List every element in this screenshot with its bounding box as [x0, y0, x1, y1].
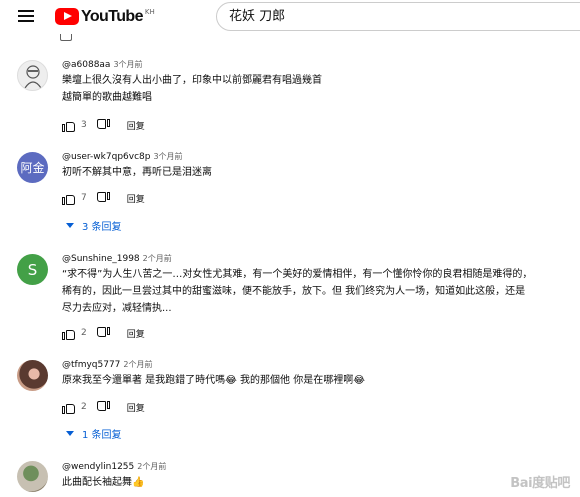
comment-text-line: 原來我至今還單著 是我跑錯了時代嗎😂 我的那個他 你是在哪裡啊😂 — [62, 375, 365, 386]
comment-author[interactable]: @a6088aa — [62, 60, 110, 70]
caret-down-icon — [66, 223, 74, 228]
top-bar: YouTube KH 花妖 刀郎 — [0, 0, 580, 34]
like-count: 2 — [81, 328, 87, 338]
comment-text-line: 樂壇上很久沒有人出小曲了，印象中以前鄧麗君有唱過幾首 — [62, 75, 322, 86]
comment-text-line: 此曲配长袖起舞👍 — [62, 477, 145, 488]
reply-button[interactable]: 回复 — [127, 327, 145, 340]
like-icon[interactable] — [62, 401, 76, 414]
comment-author[interactable]: @Sunshine_1998 — [62, 254, 140, 264]
comment-text-line: “求不得”为人生八苦之一…对女性尤其难，有一个美好的爱情相伴，有一个懂你怜你的良… — [62, 269, 533, 280]
dislike-icon[interactable] — [96, 118, 110, 132]
comment-time[interactable]: 3个月前 — [113, 60, 142, 69]
cut-off-icon — [60, 34, 72, 41]
comment-time[interactable]: 2个月前 — [143, 254, 172, 263]
avatar[interactable] — [17, 461, 48, 492]
like-icon[interactable] — [62, 192, 76, 205]
youtube-logo-icon — [55, 8, 79, 25]
baidu-tieba-watermark: Bai度贴吧 — [510, 476, 570, 491]
view-replies-button[interactable]: 3 条回复 — [66, 218, 122, 233]
comment-text-line: 越簡單的歌曲越難唱 — [62, 92, 152, 103]
like-icon[interactable] — [62, 327, 76, 340]
reply-button[interactable]: 回复 — [127, 119, 145, 132]
comment-actions: 2 回复 — [62, 325, 145, 341]
comment-actions: 3 回复 — [62, 117, 145, 133]
comment-time[interactable]: 2个月前 — [123, 360, 152, 369]
comment-author[interactable]: @user-wk7qp6vc8p — [62, 152, 150, 162]
logo-text: YouTube — [81, 8, 143, 25]
comment-text-line: 尽力去应对，减轻情执... — [62, 303, 172, 314]
like-count: 7 — [81, 193, 87, 203]
comment-time[interactable]: 3个月前 — [153, 152, 182, 161]
avatar[interactable] — [17, 360, 48, 391]
avatar[interactable]: S — [17, 254, 48, 285]
like-count: 3 — [81, 120, 87, 130]
comment-author[interactable]: @tfmyq5777 — [62, 360, 120, 370]
like-count: 2 — [81, 402, 87, 412]
comment-actions: 7 回复 — [62, 190, 145, 206]
country-code: KH — [144, 8, 155, 16]
avatar[interactable] — [17, 60, 48, 91]
comment-text-line: 初听不解其中意，再听已是泪迷离 — [62, 167, 212, 178]
menu-icon[interactable] — [18, 10, 34, 23]
dislike-icon[interactable] — [96, 400, 110, 414]
comment-actions: 2 回复 — [62, 399, 145, 415]
reply-button[interactable]: 回复 — [127, 192, 145, 205]
reply-button[interactable]: 回复 — [127, 401, 145, 414]
comment-time[interactable]: 2个月前 — [137, 462, 166, 471]
like-icon[interactable] — [62, 119, 76, 132]
youtube-logo[interactable]: YouTube KH — [55, 8, 155, 25]
search-input[interactable]: 花妖 刀郎 — [216, 2, 580, 31]
comment-author[interactable]: @wendylin1255 — [62, 462, 134, 472]
view-replies-label: 3 条回复 — [82, 222, 122, 233]
comment-text-line: 稀有的，因此一旦尝过其中的甜蜜滋味，便不能放手，放下。但 我们终究为人一场，知道… — [62, 286, 526, 297]
dislike-icon[interactable] — [96, 326, 110, 340]
view-replies-button[interactable]: 1 条回复 — [66, 426, 122, 441]
avatar[interactable]: 阿金 — [17, 152, 48, 183]
caret-down-icon — [66, 431, 74, 436]
dislike-icon[interactable] — [96, 191, 110, 205]
view-replies-label: 1 条回复 — [82, 430, 122, 441]
